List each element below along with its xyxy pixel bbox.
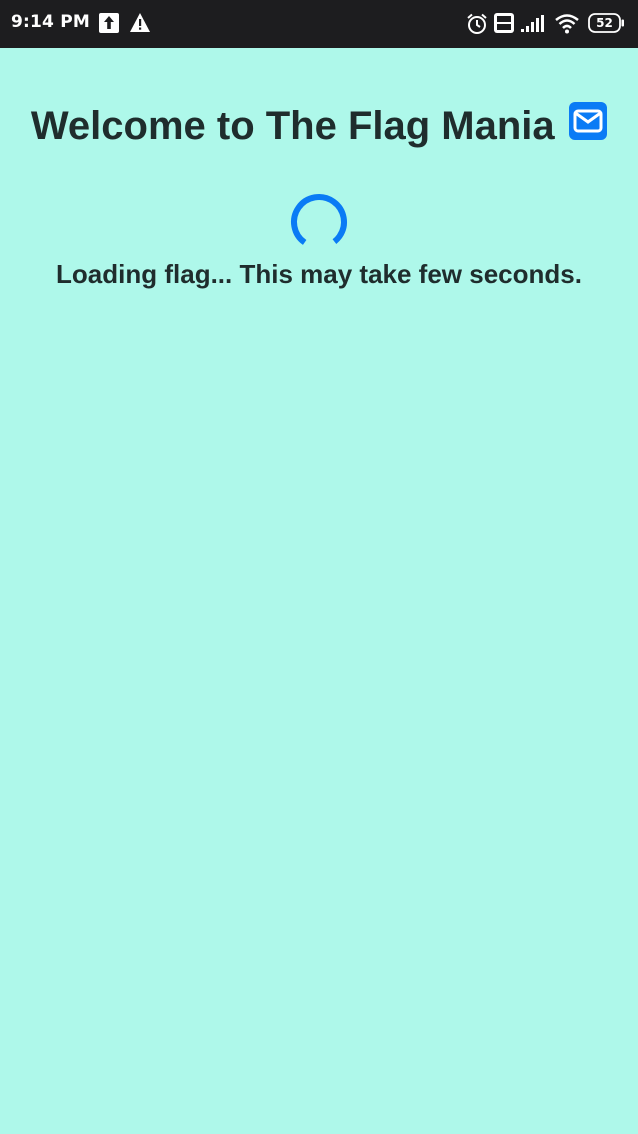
- upload-icon: [99, 13, 119, 38]
- page-title: Welcome to The Flag Mania: [30, 104, 555, 148]
- battery-icon: 52: [588, 13, 626, 33]
- status-bar: 9:14 PM 52: [0, 0, 638, 48]
- wifi-icon: [554, 13, 582, 40]
- status-time: 9:14 PM: [11, 12, 90, 32]
- main-content: Welcome to The Flag Mania Loading flag..…: [0, 48, 638, 1134]
- alert-icon: [129, 12, 151, 38]
- title-row: Welcome to The Flag Mania: [0, 102, 638, 149]
- volte-icon: [494, 13, 516, 38]
- loading-text: Loading flag... This may take few second…: [56, 259, 582, 289]
- signal-icon: [521, 15, 547, 38]
- alarm-icon: [466, 13, 488, 40]
- battery-level: 52: [596, 16, 613, 30]
- envelope-icon[interactable]: [569, 102, 608, 145]
- loading-spinner: [289, 192, 349, 252]
